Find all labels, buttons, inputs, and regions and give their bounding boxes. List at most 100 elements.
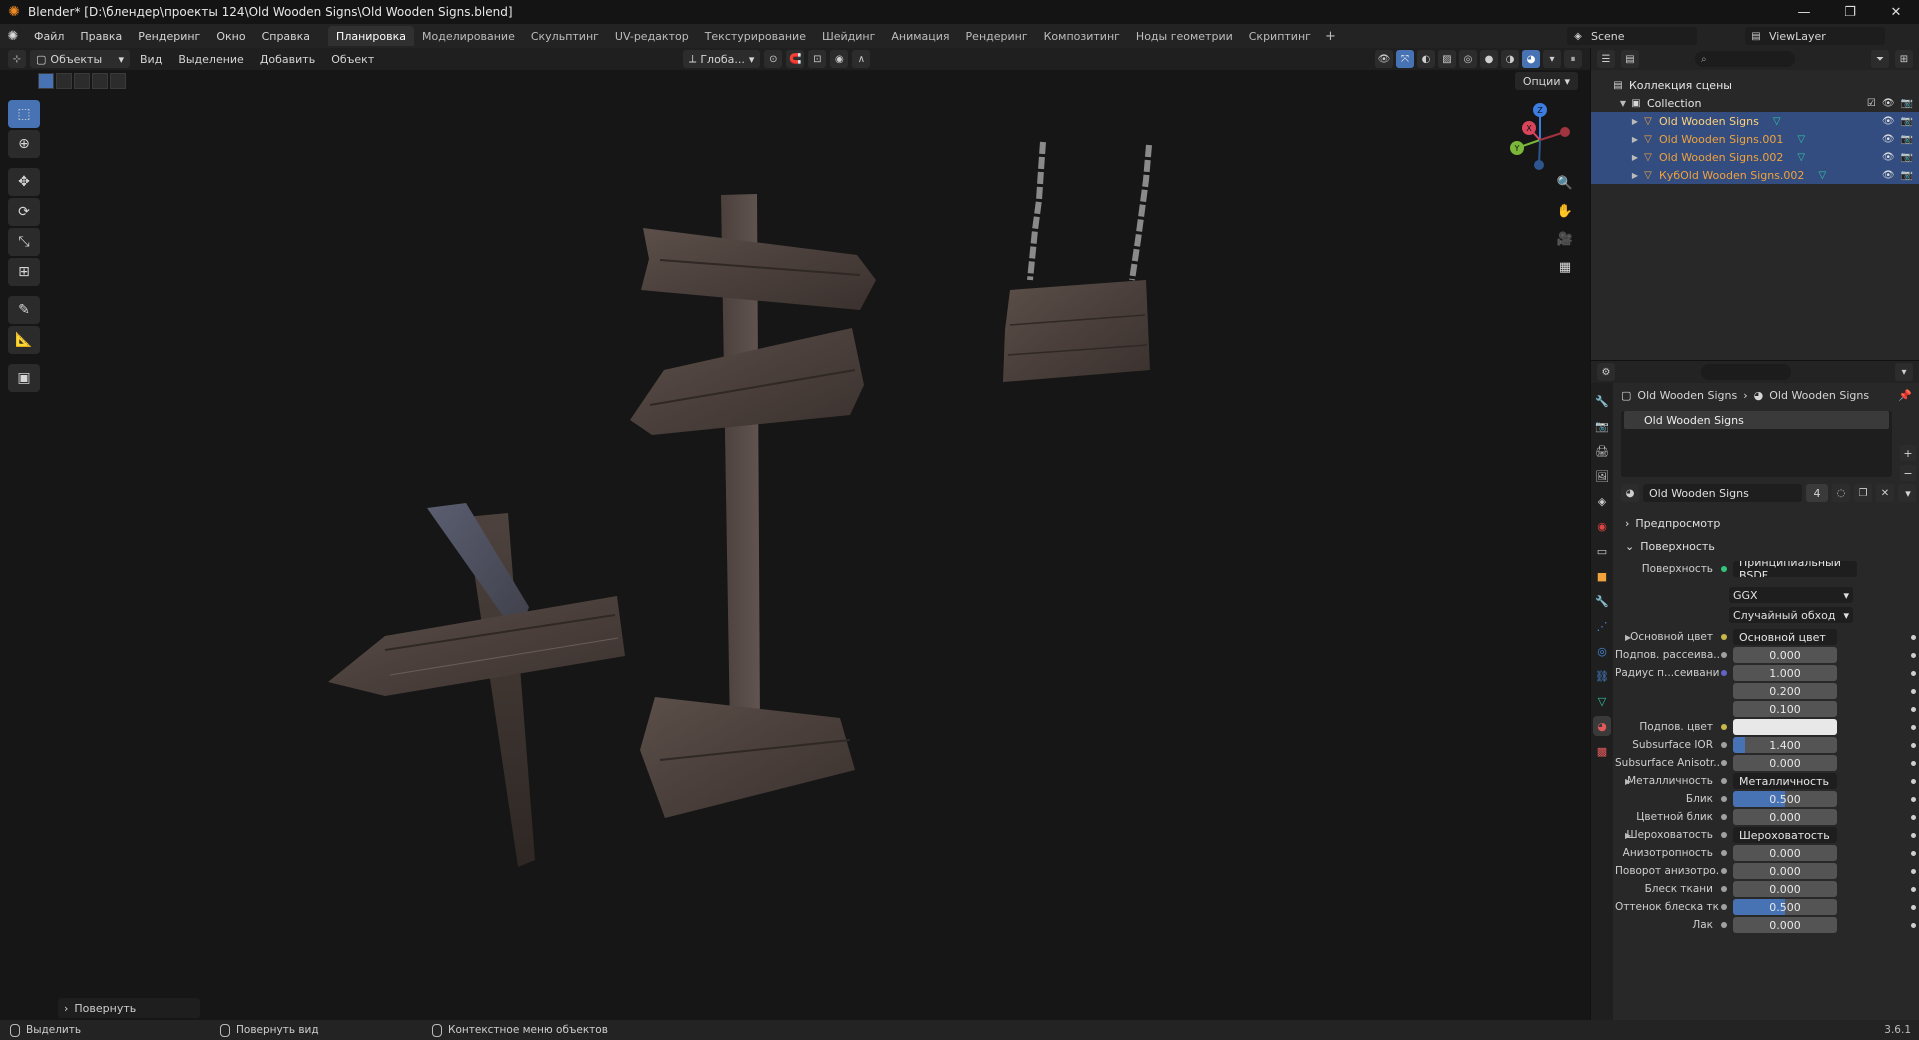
keyframe-dot-icon[interactable] (1911, 850, 1916, 856)
tab-modeling[interactable]: Моделирование (414, 26, 523, 46)
socket-dot-icon[interactable] (1719, 758, 1729, 768)
subsurface-method-select[interactable]: Случайный обход ▾ (1729, 607, 1853, 623)
expand-triangle-icon[interactable]: ▶ (1629, 171, 1641, 180)
outliner-object-row[interactable]: ▶ ▽ КубOld Wooden Signs.002 ▽ 👁 📷 (1591, 166, 1919, 184)
menu-add[interactable]: Добавить (254, 53, 321, 66)
surface-shader-field[interactable]: Принципиальный BSDF (1733, 561, 1857, 577)
pause-render-icon[interactable]: ⏸ (1564, 50, 1582, 68)
camera-icon[interactable]: 📷 (1901, 170, 1913, 181)
expand-triangle-icon[interactable]: ▶ (1625, 777, 1631, 786)
number-field[interactable]: 0.200 (1733, 683, 1837, 699)
scale-tool-icon[interactable]: ⤡ (8, 228, 40, 256)
cursor-tool-icon[interactable]: ⊕ (8, 130, 40, 158)
keyframe-dot-icon[interactable] (1911, 814, 1916, 820)
blender-menu-icon[interactable]: ✺ (0, 24, 26, 48)
chevron-down-icon[interactable]: ▾ (1895, 363, 1913, 381)
tab-uv-editing[interactable]: UV-редактор (607, 26, 697, 46)
keyframe-dot-icon[interactable] (1911, 742, 1916, 748)
preview-panel-header[interactable]: › Предпросмотр (1615, 513, 1919, 533)
add-cube-tool-icon[interactable]: ▣ (8, 364, 40, 392)
number-field[interactable]: 0.000 (1733, 755, 1837, 771)
view-layer-tab-icon[interactable]: 🖼 (1593, 466, 1611, 486)
number-field[interactable]: 0.100 (1733, 701, 1837, 717)
eye-icon[interactable]: 👁 (1882, 116, 1895, 127)
ortho-grid-icon[interactable]: ▦ (1554, 256, 1576, 278)
socket-link-field[interactable]: Шероховатость (1733, 827, 1837, 843)
keyframe-dot-icon[interactable] (1911, 922, 1916, 928)
material-name-field[interactable]: Old Wooden Signs (1643, 484, 1802, 502)
snap-target-icon[interactable]: ⊡ (808, 50, 827, 68)
tab-rendering[interactable]: Рендеринг (958, 26, 1036, 46)
measure-tool-icon[interactable]: 📐 (8, 326, 40, 354)
checkbox-icon[interactable]: ☑ (1867, 98, 1876, 109)
socket-dot-icon[interactable] (1719, 848, 1729, 858)
snap-icon[interactable]: 🧲 (786, 50, 805, 68)
scene-tab-icon[interactable]: ◈ (1593, 491, 1611, 511)
tab-texture-paint[interactable]: Текстурирование (697, 26, 814, 46)
number-field[interactable]: 0.000 (1733, 917, 1837, 933)
solid-shading-icon[interactable]: ● (1480, 50, 1498, 68)
menu-select[interactable]: Выделение (172, 53, 250, 66)
tab-animation[interactable]: Анимация (883, 26, 957, 46)
tab-compositing[interactable]: Композитинг (1036, 26, 1128, 46)
duplicate-material-icon[interactable]: ❐ (1854, 484, 1872, 502)
select-subtract-icon[interactable] (74, 73, 90, 89)
material-shading-icon[interactable]: ◑ (1501, 50, 1519, 68)
material-slot-item[interactable]: Old Wooden Signs (1624, 411, 1889, 429)
pan-hand-icon[interactable]: ✋ (1554, 200, 1576, 222)
menu-view[interactable]: Вид (134, 53, 168, 66)
keyframe-dot-icon[interactable] (1911, 688, 1916, 694)
outliner-object-row[interactable]: ▶ ▽ Old Wooden Signs.002 ▽ 👁 📷 (1591, 148, 1919, 166)
slot-menu-icon[interactable]: ▾ (1900, 485, 1916, 501)
tool-tab-icon[interactable]: 🔧 (1593, 391, 1611, 411)
properties-editor-type-icon[interactable]: ⚙ (1597, 363, 1615, 381)
shading-options-icon[interactable]: ▾ (1543, 50, 1561, 68)
transform-orientation-dropdown[interactable]: ⟂ Глоба... ▾ (683, 50, 761, 68)
gizmo-toggle-icon[interactable]: ⤧ (1396, 50, 1414, 68)
keyframe-dot-icon[interactable] (1911, 652, 1916, 658)
new-collection-icon[interactable]: ⊞ (1895, 50, 1913, 68)
viewlayer-selector[interactable]: ▤ ViewLayer (1745, 27, 1885, 45)
material-users-count[interactable]: 4 (1806, 484, 1828, 502)
socket-dot-icon[interactable] (1719, 812, 1729, 822)
number-field[interactable]: 0.000 (1733, 881, 1837, 897)
outliner-display-mode-icon[interactable]: ▤ (1621, 50, 1639, 68)
collection-tab-icon[interactable]: ▭ (1593, 541, 1611, 561)
browse-material-icon[interactable]: ◕ (1621, 484, 1639, 502)
particles-tab-icon[interactable]: ⋰ (1593, 616, 1611, 636)
keyframe-dot-icon[interactable] (1911, 796, 1916, 802)
number-field[interactable]: 0.000 (1733, 863, 1837, 879)
mode-dropdown[interactable]: ▢ Объекты ▾ (30, 50, 130, 68)
sign-hanging[interactable] (1003, 141, 1152, 382)
pivot-icon[interactable]: ⊙ (764, 50, 783, 68)
tab-shading[interactable]: Шейдинг (814, 26, 883, 46)
socket-dot-icon[interactable] (1719, 920, 1729, 930)
number-field[interactable]: 0.000 (1733, 809, 1837, 825)
distribution-select[interactable]: GGX ▾ (1729, 587, 1853, 603)
socket-dot-icon[interactable] (1719, 830, 1729, 840)
outliner-object-row[interactable]: ▶ ▽ Old Wooden Signs ▽ 👁 📷 (1591, 112, 1919, 130)
camera-view-icon[interactable]: 🎥 (1554, 228, 1576, 250)
remove-slot-icon[interactable]: − (1900, 465, 1916, 481)
outliner-search-input[interactable]: ⌕ (1695, 51, 1795, 67)
render-tab-icon[interactable]: 📷 (1593, 416, 1611, 436)
eye-icon[interactable]: 👁 (1882, 152, 1895, 163)
proportional-edit-icon[interactable]: ◉ (830, 50, 849, 68)
menu-render[interactable]: Рендеринг (130, 24, 208, 48)
socket-dot-icon[interactable] (1719, 740, 1729, 750)
tab-layout[interactable]: Планировка (328, 26, 415, 46)
mesh-data-icon[interactable]: ▽ (1818, 170, 1826, 181)
expand-triangle-icon[interactable]: ▶ (1629, 117, 1641, 126)
minimize-icon[interactable]: — (1781, 0, 1827, 24)
world-tab-icon[interactable]: ◉ (1593, 516, 1611, 536)
editor-type-icon[interactable]: ⊹ (8, 50, 26, 68)
outliner-object-row[interactable]: ▶ ▽ Old Wooden Signs.001 ▽ 👁 📷 (1591, 130, 1919, 148)
menu-window[interactable]: Окно (208, 24, 253, 48)
mesh-data-icon[interactable]: ▽ (1797, 134, 1805, 145)
physics-tab-icon[interactable]: ◎ (1593, 641, 1611, 661)
eye-icon[interactable]: 👁 (1882, 134, 1895, 145)
visibility-filter-icon[interactable]: 👁 (1375, 50, 1393, 68)
socket-link-field[interactable]: Металличность (1733, 773, 1837, 789)
camera-icon[interactable]: 📷 (1901, 134, 1913, 145)
sign-post-left[interactable] (328, 503, 625, 867)
